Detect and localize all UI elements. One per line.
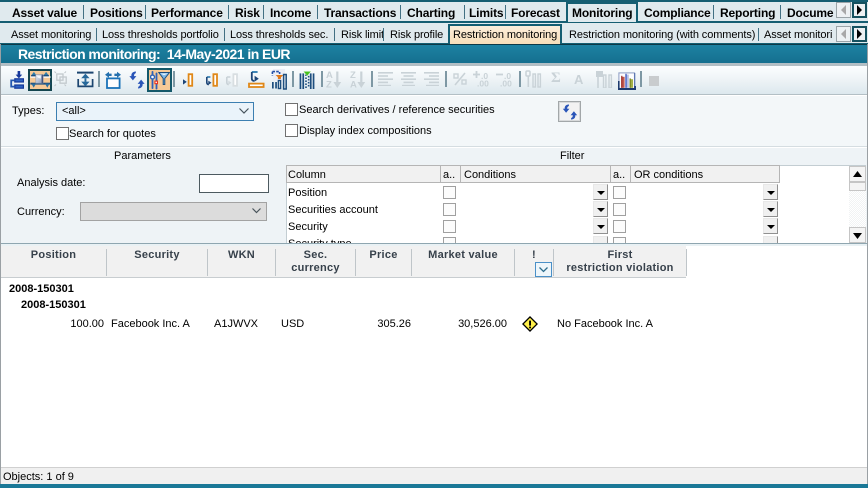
- svg-text:Z: Z: [326, 80, 332, 90]
- svg-text:.00: .00: [477, 79, 489, 88]
- svg-text:.00: .00: [500, 79, 512, 88]
- svg-text:A: A: [350, 80, 357, 90]
